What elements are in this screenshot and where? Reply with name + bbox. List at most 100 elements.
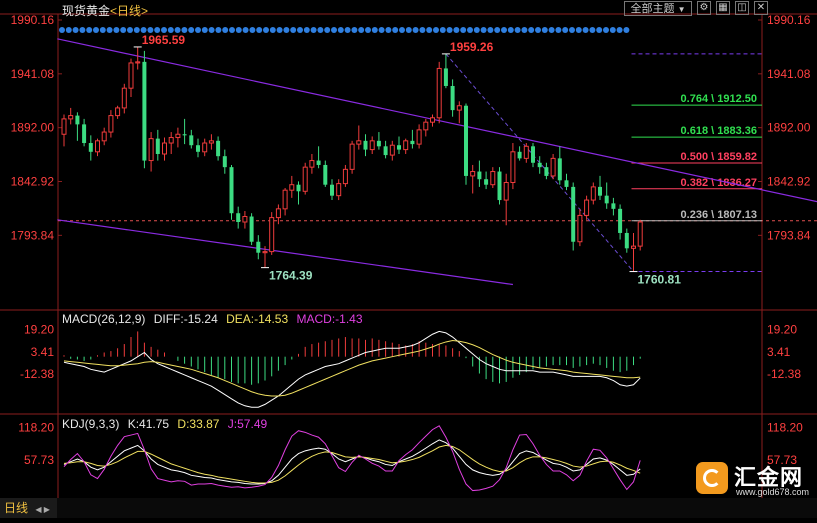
event-marker-dot: [93, 27, 99, 33]
kdj-y-tick-label: 118.20: [18, 420, 54, 434]
macd-y-tick-label: -12.38: [767, 367, 801, 381]
fib-level-label: 0.500 \ 1859.82: [681, 151, 757, 163]
symbol-name: 现货黄金: [62, 4, 111, 18]
extreme-price-label: 1764.39: [269, 269, 313, 283]
event-marker-dot: [555, 27, 562, 33]
event-marker-dot: [405, 27, 412, 33]
candle-body: [108, 115, 114, 133]
event-marker-dot: [276, 27, 283, 33]
restore-icon[interactable]: ◫: [735, 1, 749, 15]
event-marker-dot: [426, 27, 433, 33]
price-y-tick-label: 1941.08: [11, 67, 55, 81]
candle-body: [503, 182, 509, 201]
candle-body: [282, 189, 288, 210]
candle-body: [443, 68, 448, 86]
candle-body: [564, 180, 569, 187]
event-marker-dot: [623, 27, 630, 33]
event-marker-dot: [290, 27, 297, 33]
candle-body: [142, 61, 147, 161]
price-y-tick-label: 1842.92: [767, 174, 811, 188]
period-arrows-icon[interactable]: ◀ ▶: [35, 505, 50, 514]
event-marker-dot: [609, 27, 616, 33]
candle-body: [470, 171, 476, 177]
logo-url: www.gold678.com: [736, 487, 810, 497]
price-y-tick-label: 1990.16: [767, 13, 811, 27]
candle-body: [450, 85, 455, 111]
candle-body: [416, 129, 422, 145]
kdj-legend-d: D:33.87: [177, 417, 220, 431]
event-marker-dot: [235, 27, 242, 33]
candle-body: [383, 146, 388, 156]
event-marker-dot: [562, 27, 569, 33]
candle-body: [557, 158, 562, 181]
event-marker-dot: [133, 27, 140, 33]
event-marker-dot: [460, 27, 467, 33]
candle-body: [95, 140, 100, 153]
candle-body: [477, 171, 482, 180]
event-marker-dot: [86, 27, 93, 33]
event-marker-dot: [201, 27, 208, 33]
event-marker-dot: [494, 27, 501, 33]
candle-body: [637, 221, 643, 247]
fib-level-label: 0.764 \ 1912.50: [681, 93, 757, 105]
close-icon[interactable]: ✕: [754, 1, 768, 15]
candle-body: [236, 213, 241, 222]
theme-selector-label: 全部主题: [630, 3, 675, 15]
candle-body: [196, 145, 200, 152]
candle-body: [216, 140, 221, 157]
event-marker-dot: [371, 27, 378, 33]
event-marker-dot: [127, 27, 133, 33]
event-marker-dot: [365, 27, 371, 33]
event-marker-dot: [596, 27, 603, 33]
event-marker-dot: [392, 27, 399, 33]
symbol-title: 现货黄金<日线>: [62, 2, 148, 19]
candle-body: [189, 135, 194, 146]
price-y-tick-label: 1892.00: [11, 121, 55, 135]
candle-body: [369, 140, 375, 151]
candle-body: [571, 186, 576, 242]
event-marker-dot: [521, 27, 528, 33]
kdj-d-line: [63, 444, 641, 484]
event-marker-dot: [324, 27, 331, 33]
extreme-price-label: 1965.59: [142, 33, 186, 47]
event-marker-dot: [433, 27, 439, 33]
macd-legend-title: MACD(26,12,9): [62, 312, 146, 326]
chart-canvas[interactable]: 1990.16 1990.16 1941.08 1941.08 1892.00 1892.…: [0, 0, 817, 518]
event-marker-dot: [337, 27, 344, 33]
candle-body: [604, 195, 609, 204]
candle-body: [296, 184, 301, 192]
candle-body: [222, 156, 227, 168]
kdj-y-tick-label: 57.73: [24, 453, 54, 467]
event-marker-dot: [195, 27, 201, 33]
macd-legend: MACD(26,12,9) DIFF:-15.24 DEA:-14.53 MAC…: [62, 312, 368, 326]
macd-y-tick-label: 19.20: [767, 323, 797, 337]
macd-y-tick-label: 3.41: [31, 345, 55, 359]
event-marker-dot: [99, 27, 106, 33]
candle-body: [82, 124, 87, 144]
event-marker-dot: [59, 27, 65, 33]
event-marker-dot: [480, 27, 487, 33]
candle-body: [323, 164, 328, 185]
candle-body: [631, 245, 636, 249]
event-marker-dot: [120, 27, 127, 33]
theme-selector-button[interactable]: 全部主题 ▼: [624, 1, 692, 16]
candle-body: [289, 184, 295, 191]
period-tab[interactable]: 日线 ◀ ▶: [0, 498, 57, 518]
candle-body: [242, 216, 248, 223]
candle-body: [61, 118, 67, 135]
kdj-legend: KDJ(9,3,3) K:41.75 D:33.87 J:57.49: [62, 417, 272, 431]
candle-body: [349, 143, 355, 170]
brand-logo: 汇金网 www.gold678.com: [694, 462, 812, 498]
event-marker-dot: [249, 27, 256, 33]
macd-legend-diff: DIFF:-15.24: [153, 312, 218, 326]
candle-body: [537, 162, 542, 168]
event-marker-dot: [297, 27, 303, 33]
logo-icon: [696, 462, 728, 494]
price-y-tick-label: 1793.84: [767, 228, 811, 242]
candle-body: [376, 140, 381, 147]
settings-icon[interactable]: ⚙: [697, 1, 711, 15]
macd-y-tick-label: -12.38: [20, 367, 54, 381]
candle-body: [202, 142, 208, 153]
candle-body: [403, 140, 409, 151]
grid-icon[interactable]: ▦: [716, 1, 730, 15]
